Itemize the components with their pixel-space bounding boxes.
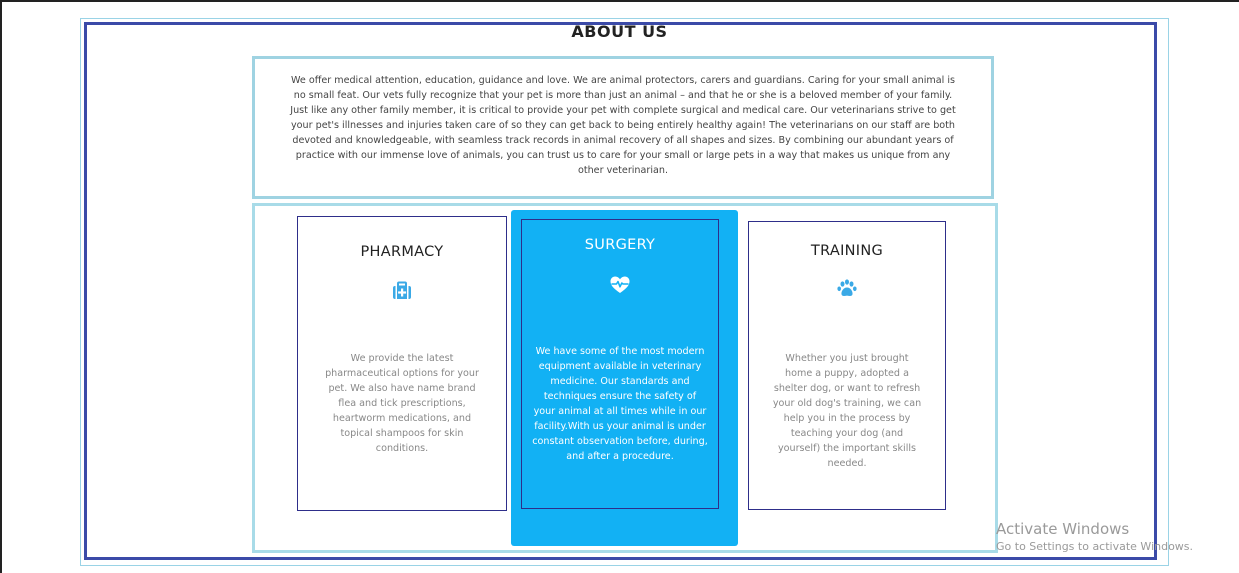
heart-pulse-icon: [609, 274, 631, 296]
about-title: ABOUT US: [571, 22, 668, 41]
service-title-surgery: SURGERY: [584, 237, 656, 253]
about-box: We offer medical attention, education, g…: [252, 56, 994, 199]
service-title-training: TRAINING: [810, 243, 884, 259]
windows-activation-watermark: Activate Windows Go to Settings to activ…: [996, 520, 1193, 553]
paw-icon: [836, 278, 858, 300]
service-card-pharmacy[interactable]: PHARMACY We provide the latest pharmaceu…: [297, 216, 507, 511]
service-card-surgery[interactable]: SURGERY We have some of the most modern …: [521, 219, 719, 509]
service-text-training: Whether you just brought home a puppy, a…: [772, 353, 922, 469]
service-text-pharmacy: We provide the latest pharmaceutical opt…: [325, 353, 479, 454]
about-text: We offer medical attention, education, g…: [290, 75, 956, 176]
medical-kit-icon: [391, 280, 413, 302]
watermark-subtitle: Go to Settings to activate Windows.: [996, 540, 1194, 553]
watermark-title: Activate Windows: [996, 520, 1130, 538]
service-card-training[interactable]: TRAINING Whether you just brought home a…: [748, 221, 946, 510]
service-text-surgery: We have some of the most modern equipmen…: [532, 346, 708, 462]
service-title-pharmacy: PHARMACY: [360, 244, 444, 260]
